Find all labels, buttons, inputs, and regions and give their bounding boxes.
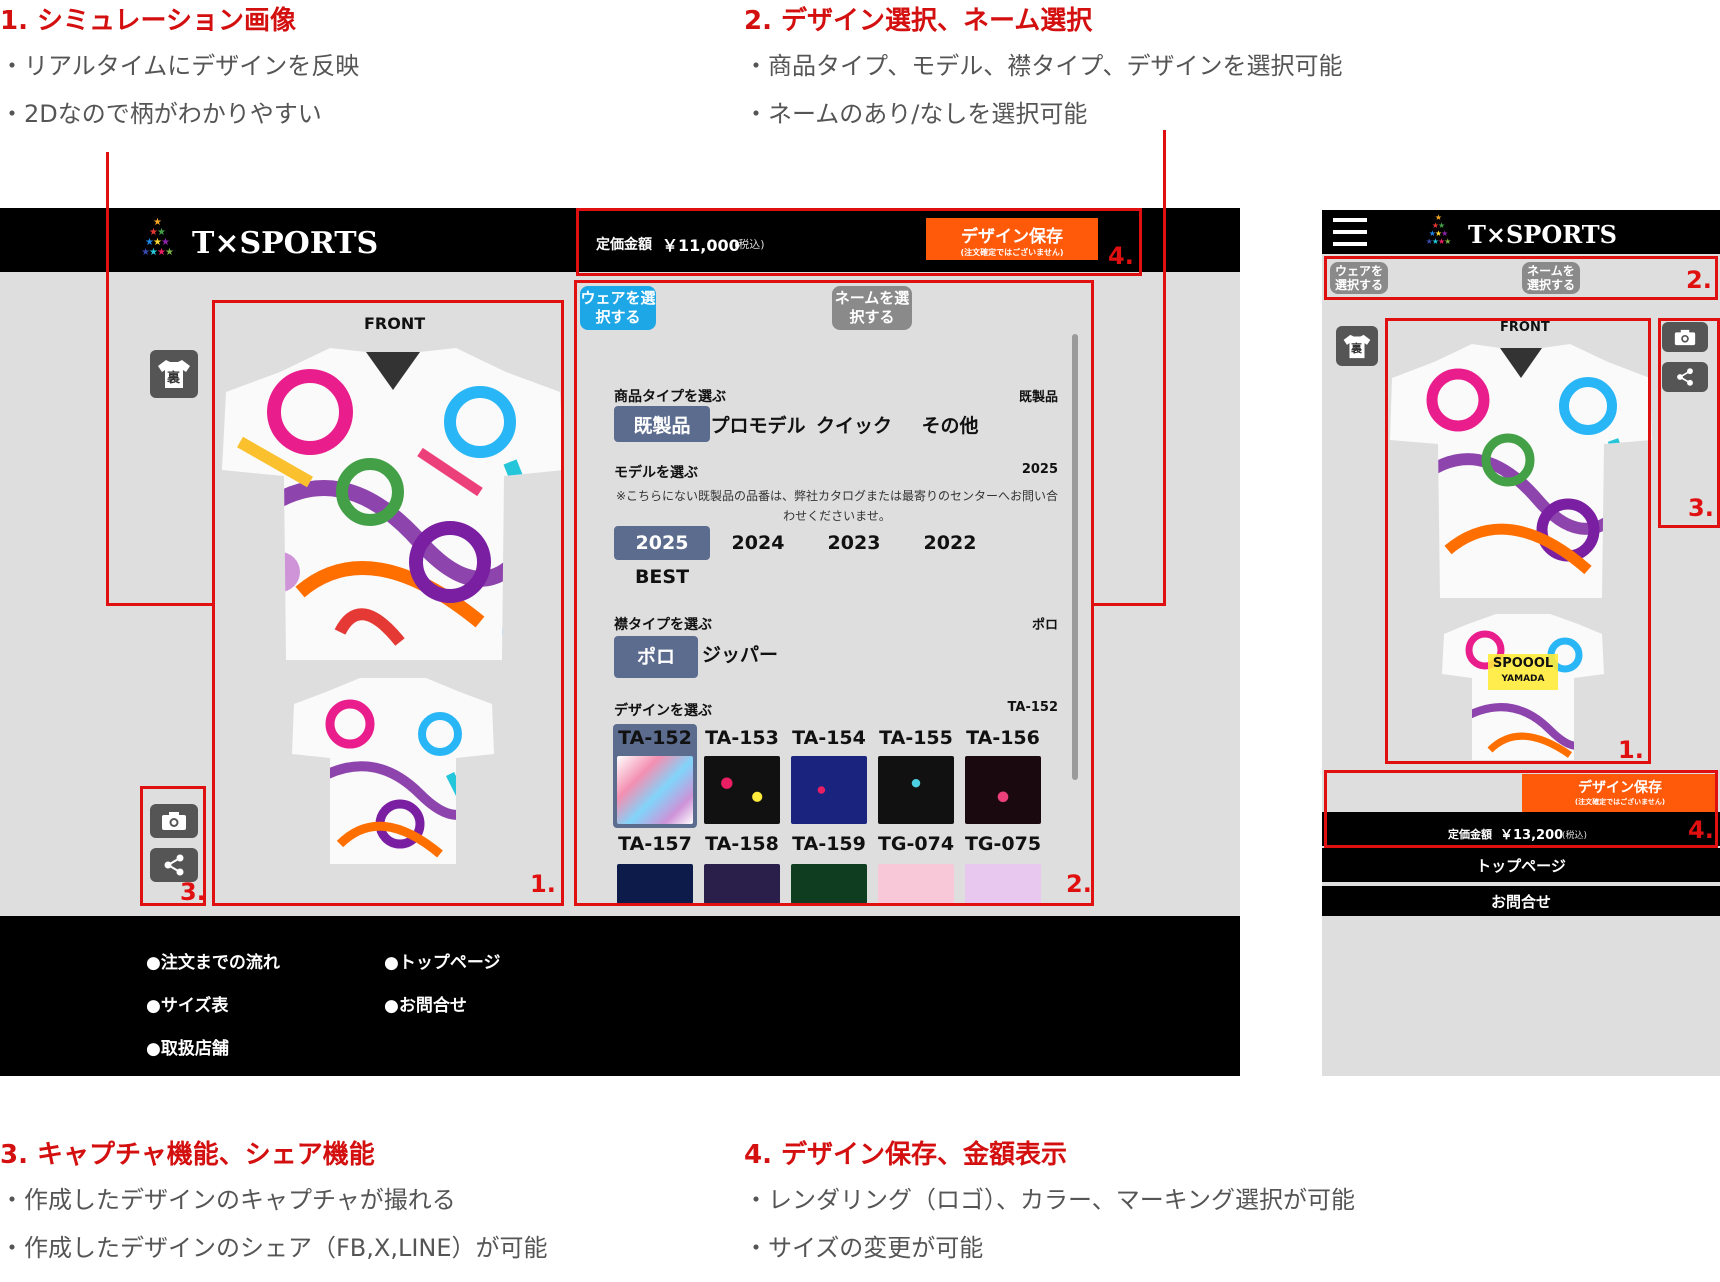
leader-line-1-vertical bbox=[106, 152, 109, 606]
callout-box-4-desktop bbox=[576, 208, 1142, 276]
footer-link-stores[interactable]: ●取扱店舗 bbox=[146, 1034, 229, 1059]
footer-link-contact[interactable]: ●お問合せ bbox=[384, 991, 467, 1016]
mobile-stars-logo-icon: ★ ★★ ★★★ ★★★★ bbox=[1425, 213, 1452, 246]
mobile-logo[interactable]: T×SPORTS bbox=[1468, 220, 1617, 249]
mobile-back-view-button[interactable]: 裏 bbox=[1336, 326, 1378, 366]
annotation-4-line-2: ・サイズの変更が可能 bbox=[744, 1234, 984, 1262]
annotation-3-line-2: ・作成したデザインのシェア（FB,X,LINE）が可能 bbox=[0, 1234, 548, 1262]
hamburger-menu-icon[interactable] bbox=[1333, 216, 1367, 246]
annotation-2-line-1: ・商品タイプ、モデル、襟タイプ、デザインを選択可能 bbox=[744, 52, 1343, 80]
leader-line-2-vertical bbox=[1163, 130, 1166, 606]
leader-line-2-horizontal bbox=[1092, 603, 1166, 606]
callout-number-3-mobile: 3. bbox=[1688, 494, 1714, 522]
annotation-2-title: 2. デザイン選択、ネーム選択 bbox=[744, 6, 1093, 36]
mobile-footer-contact[interactable]: お問合せ bbox=[1322, 882, 1720, 916]
footer-link-order-flow[interactable]: ●注文までの流れ bbox=[146, 948, 280, 973]
footer-link-size-chart[interactable]: ●サイズ表 bbox=[146, 991, 228, 1016]
callout-box-2-mobile bbox=[1324, 256, 1718, 300]
desktop-logo[interactable]: T×SPORTS bbox=[192, 226, 378, 261]
callout-number-4-mobile: 4. bbox=[1688, 816, 1714, 844]
annotation-1-line-1: ・リアルタイムにデザインを反映 bbox=[0, 52, 360, 80]
callout-number-2-mobile: 2. bbox=[1686, 266, 1712, 294]
annotation-4-line-1: ・レンダリング（ロゴ）、カラー、マーキング選択が可能 bbox=[744, 1186, 1356, 1214]
callout-box-1-mobile bbox=[1385, 318, 1651, 764]
callout-box-4-mobile bbox=[1324, 770, 1718, 848]
callout-box-2-desktop bbox=[574, 280, 1094, 906]
callout-number-2-desktop: 2. bbox=[1066, 870, 1092, 898]
annotation-1-line-2: ・2Dなので柄がわかりやすい bbox=[0, 100, 322, 128]
callout-number-1-desktop: 1. bbox=[530, 870, 556, 898]
mobile-footer-top-page[interactable]: トップページ bbox=[1322, 848, 1720, 882]
back-icon-label: 裏 bbox=[167, 371, 181, 386]
back-view-shirt-button[interactable]: 裏 bbox=[150, 350, 198, 398]
callout-number-1-mobile: 1. bbox=[1618, 736, 1644, 764]
annotation-3-line-1: ・作成したデザインのキャプチャが撮れる bbox=[0, 1186, 456, 1214]
annotation-3-title: 3. キャプチャ機能、シェア機能 bbox=[0, 1140, 375, 1170]
annotation-2-line-2: ・ネームのあり/なしを選択可能 bbox=[744, 100, 1088, 128]
annotation-4-title: 4. デザイン保存、金額表示 bbox=[744, 1140, 1068, 1170]
mobile-back-icon-label: 裏 bbox=[1351, 342, 1362, 355]
annotation-1-title: 1. シミュレーション画像 bbox=[0, 6, 296, 36]
callout-number-3-desktop: 3. bbox=[180, 878, 206, 906]
leader-line-1-horizontal bbox=[106, 603, 214, 606]
footer-link-top-page[interactable]: ●トップページ bbox=[384, 948, 501, 973]
callout-number-4-desktop: 4. bbox=[1108, 242, 1134, 270]
callout-box-1-desktop bbox=[212, 300, 564, 906]
stars-logo-icon: ★ ★★ ★★★ ★★★★ bbox=[141, 217, 174, 258]
